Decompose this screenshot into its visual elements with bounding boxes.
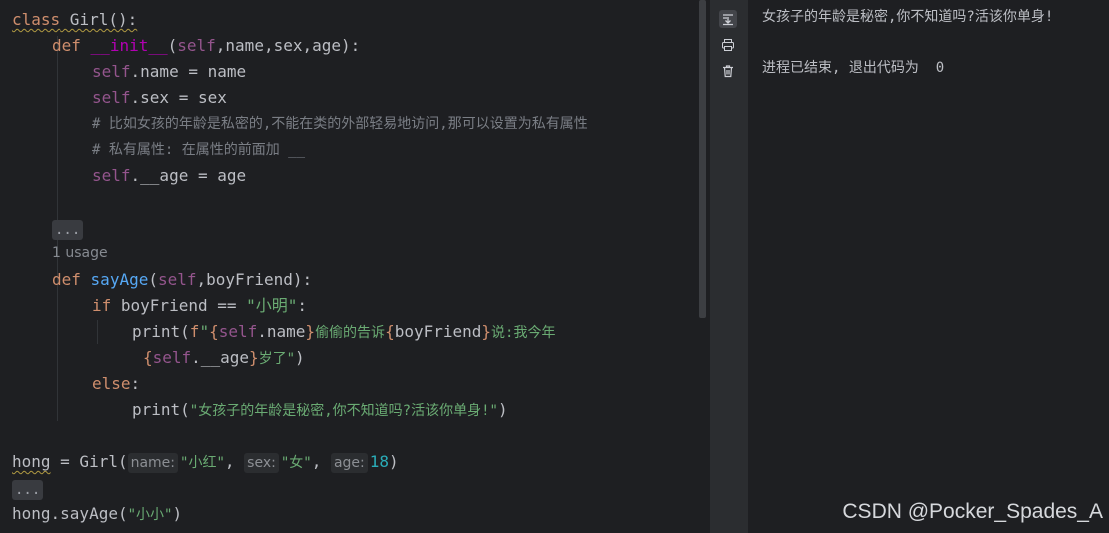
self-ref: self [92, 166, 131, 185]
number-literal: 18 [369, 452, 390, 471]
string-text: 偷偷的告诉 [315, 325, 386, 341]
paren: ) [172, 504, 183, 523]
self-param: self [157, 270, 197, 289]
assignment: .__age = age [130, 166, 247, 185]
method-sayage: sayAge [90, 270, 149, 289]
code-line-2: def __init__(self,name,sex,age): [52, 33, 360, 59]
code-editor[interactable]: class Girl(): def __init__(self,name,sex… [0, 0, 697, 533]
print-call: print( [132, 400, 190, 419]
keyword-if: if [92, 296, 112, 315]
self-param: self [177, 36, 216, 55]
print-call: print( [132, 322, 190, 341]
code-line-4: self.sex = sex [92, 85, 227, 111]
method-init: __init__ [90, 36, 168, 55]
string-literal: "小红" [180, 455, 225, 471]
print-icon[interactable] [719, 36, 737, 54]
code-comment: # 比如女孩的年龄是私密的,不能在类的外部轻易地访问,那可以设置为私有属性 [92, 116, 588, 132]
code-line-9: def sayAge(self,boyFriend): [52, 267, 312, 293]
editor-gutter [0, 0, 10, 533]
condition: boyFriend == [111, 296, 247, 315]
string-literal: "小明" [246, 296, 298, 315]
code-comment: # 私有属性: 在属性的前面加 __ [92, 142, 306, 158]
keyword-else: else [92, 374, 131, 393]
param-hint-age: age: [330, 452, 368, 473]
paren: ) [295, 348, 305, 367]
watermark: CSDN @Pocker_Spades_A [842, 500, 1103, 523]
paren: ( [167, 36, 178, 55]
class-name: Girl(): [60, 10, 138, 29]
brace: { [143, 348, 153, 367]
paren: ) [389, 452, 399, 471]
code-line-10: if boyFriend == "小明": [92, 293, 307, 319]
fstring-prefix: f [189, 322, 200, 341]
brace: } [248, 348, 259, 367]
code-line-1: class Girl(): [12, 7, 137, 33]
brace: } [481, 322, 492, 341]
keyword-def: def [52, 270, 81, 289]
folded-code-button[interactable]: ... [12, 479, 44, 500]
param-hint-sex: sex: [244, 452, 279, 473]
attr: .name [257, 322, 306, 341]
console-output-line: 女孩子的年龄是秘密,你不知道吗?活该你单身! [762, 9, 1054, 25]
code-line-3: self.name = name [92, 59, 246, 85]
keyword-class: class [12, 10, 61, 29]
paren: ( [148, 270, 158, 289]
code-line-7: self.__age = age [92, 163, 246, 189]
code-line-15: hong = Girl(name: "小红", sex: "女", age: 18) [12, 449, 399, 475]
string-text: 说:我今年 [491, 325, 556, 341]
var: boyFriend [394, 322, 482, 341]
self-ref: self [152, 348, 192, 367]
code-line-17: hong.sayAge("小小") [12, 501, 182, 527]
assignment: .sex = sex [130, 88, 227, 107]
keyword-def: def [52, 36, 81, 55]
params: ,name,sex,age): [215, 36, 361, 55]
brace: } [305, 322, 316, 341]
string-literal: "女" [280, 455, 312, 471]
code-line-12: {self.__age}岁了") [143, 345, 305, 371]
constructor-call: = Girl( [50, 452, 128, 471]
attr: .__age [191, 348, 249, 367]
string-quote: " [199, 322, 210, 341]
code-line-fold-2: ... [12, 476, 44, 502]
paren: ) [497, 400, 508, 419]
code-line-14: print("女孩子的年龄是秘密,你不知道吗?活该你单身!") [132, 397, 508, 423]
brace: { [385, 322, 395, 341]
code-line-11: print(f"{self.name}偷偷的告诉{boyFriend}说:我今年 [132, 319, 555, 345]
self-ref: self [92, 62, 131, 81]
self-ref: self [218, 322, 258, 341]
params: ,boyFriend): [196, 270, 313, 289]
usage-hint[interactable]: 1 usage [52, 245, 108, 261]
var-hong: hong [12, 452, 51, 471]
comma: , [311, 452, 322, 471]
code-line-13: else: [92, 371, 140, 397]
brace: { [209, 322, 219, 341]
indent-guide [97, 320, 98, 344]
self-ref: self [92, 88, 131, 107]
param-hint-name: name: [127, 452, 179, 473]
string-literal: "小小" [127, 507, 173, 523]
folded-code-button[interactable]: ... [52, 219, 84, 240]
assignment: .name = name [130, 62, 247, 81]
code-line-fold: ... [52, 216, 84, 242]
colon: : [297, 296, 308, 315]
trash-icon[interactable] [719, 62, 737, 80]
method-call: hong.sayAge( [12, 504, 128, 523]
colon: : [130, 374, 141, 393]
console-exit-line: 进程已结束, 退出代码为 0 [762, 60, 945, 76]
scroll-to-end-icon[interactable] [719, 10, 737, 28]
comma: , [224, 452, 235, 471]
string-text: 岁了" [258, 351, 296, 367]
string-literal: "女孩子的年龄是秘密,你不知道吗?活该你单身!" [189, 403, 498, 419]
scrollbar-thumb[interactable] [699, 0, 706, 318]
run-console[interactable] [748, 0, 1109, 533]
